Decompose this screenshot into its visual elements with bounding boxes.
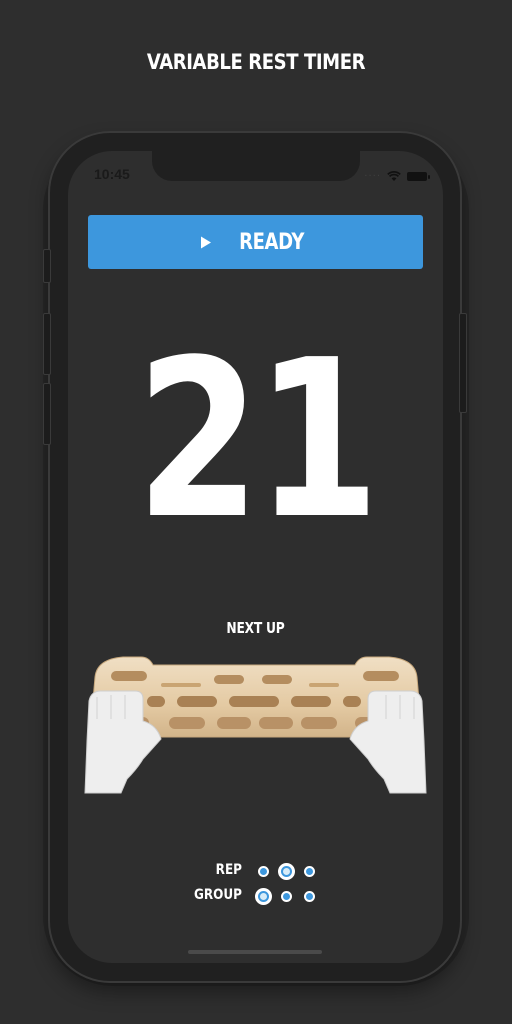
cellular-signal-icon: ···· xyxy=(364,171,381,182)
silent-switch xyxy=(43,249,51,283)
ready-button[interactable]: READY xyxy=(88,215,423,269)
status-icons: ···· xyxy=(364,167,430,186)
hangboard-illustration xyxy=(83,645,428,801)
group-dot-2[interactable] xyxy=(281,891,292,902)
group-dot-1[interactable] xyxy=(255,888,272,905)
app-screen: 10:45 ···· READY 21 NEXT UP REP GROUP xyxy=(68,151,443,963)
power-button xyxy=(459,313,467,413)
group-label: GROUP xyxy=(194,887,242,903)
notch xyxy=(152,151,360,181)
timer-countdown: 21 xyxy=(136,314,380,567)
volume-up-button xyxy=(43,313,51,375)
home-indicator[interactable] xyxy=(188,950,322,954)
volume-down-button xyxy=(43,383,51,445)
play-icon xyxy=(200,236,212,249)
promo-screen: VARIABLE REST TIMER 10:45 ···· READY 21 … xyxy=(0,0,512,1024)
battery-icon xyxy=(407,172,430,181)
rep-dot-3[interactable] xyxy=(304,866,315,877)
rep-label: REP xyxy=(215,862,242,878)
promo-title: VARIABLE REST TIMER xyxy=(146,50,366,74)
wifi-icon xyxy=(387,167,401,186)
rep-dot-2[interactable] xyxy=(278,863,295,880)
ready-label: READY xyxy=(239,229,304,255)
status-time: 10:45 xyxy=(94,166,130,182)
group-dot-3[interactable] xyxy=(304,891,315,902)
rep-dot-1[interactable] xyxy=(258,866,269,877)
next-up-label: NEXT UP xyxy=(226,619,285,637)
